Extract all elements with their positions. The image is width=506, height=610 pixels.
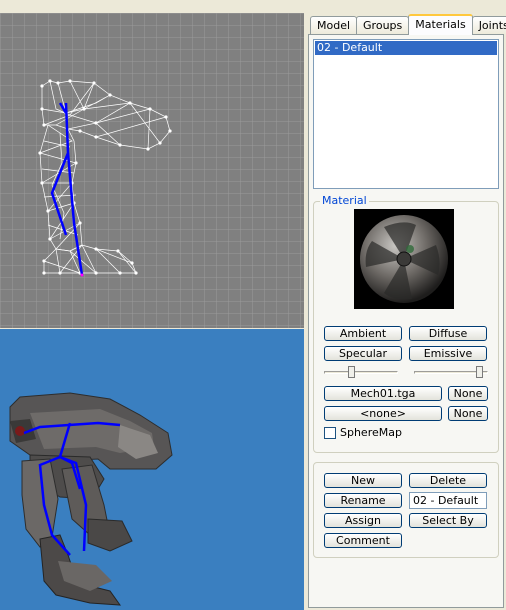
materials-tab-page: 02 - Default Material Ambient Diffuse Sp… [308, 34, 504, 608]
slider-thumb[interactable] [348, 366, 355, 378]
diffuse-button[interactable]: Diffuse [409, 326, 487, 341]
milkshape-window: Model Groups Materials Joints 02 - Defau… [0, 0, 506, 610]
assign-button[interactable]: Assign [324, 513, 402, 528]
texture-button[interactable]: Mech01.tga [324, 386, 442, 401]
rename-button[interactable]: Rename [324, 493, 402, 508]
ambient-button[interactable]: Ambient [324, 326, 402, 341]
checkbox-box[interactable] [324, 427, 336, 439]
tab-strip: Model Groups Materials Joints [310, 14, 506, 35]
material-preview [354, 209, 454, 309]
material-preview-sphere [360, 215, 448, 303]
alphamap-none-button[interactable]: None [448, 406, 488, 421]
texture-none-button[interactable]: None [448, 386, 488, 401]
select-by-button[interactable]: Select By [409, 513, 487, 528]
side-view-viewport[interactable] [0, 13, 304, 328]
transparency-slider[interactable] [414, 366, 488, 380]
3d-view-canvas[interactable] [0, 329, 304, 610]
list-item[interactable]: 02 - Default [315, 41, 497, 55]
material-group-label: Material [320, 194, 369, 207]
tab-groups[interactable]: Groups [356, 16, 410, 35]
new-button[interactable]: New [324, 473, 402, 488]
slider-track [324, 371, 398, 374]
tool-panel: Model Groups Materials Joints 02 - Defau… [308, 13, 506, 610]
joints[interactable] [80, 273, 84, 277]
spheremap-label: SphereMap [340, 426, 402, 439]
specular-button[interactable]: Specular [324, 346, 402, 361]
spheremap-checkbox[interactable]: SphereMap [324, 426, 414, 440]
tab-materials[interactable]: Materials [408, 14, 473, 35]
tab-model[interactable]: Model [310, 16, 358, 35]
title-strip [0, 0, 506, 13]
alphamap-button[interactable]: <none> [324, 406, 442, 421]
material-actions-group: New Delete Rename 02 - Default Assign Se… [313, 462, 499, 558]
comment-button[interactable]: Comment [324, 533, 402, 548]
delete-button[interactable]: Delete [409, 473, 487, 488]
material-name-field[interactable]: 02 - Default [409, 492, 487, 509]
materials-listbox[interactable]: 02 - Default [313, 39, 499, 189]
side-view-canvas[interactable] [0, 13, 304, 328]
3d-view-viewport[interactable] [0, 329, 304, 610]
slider-thumb[interactable] [476, 366, 483, 378]
tab-joints[interactable]: Joints [471, 16, 506, 35]
shininess-slider[interactable] [324, 366, 398, 380]
material-group: Material Ambient Diffuse Specular Emissi… [313, 194, 499, 453]
emissive-button[interactable]: Emissive [409, 346, 487, 361]
